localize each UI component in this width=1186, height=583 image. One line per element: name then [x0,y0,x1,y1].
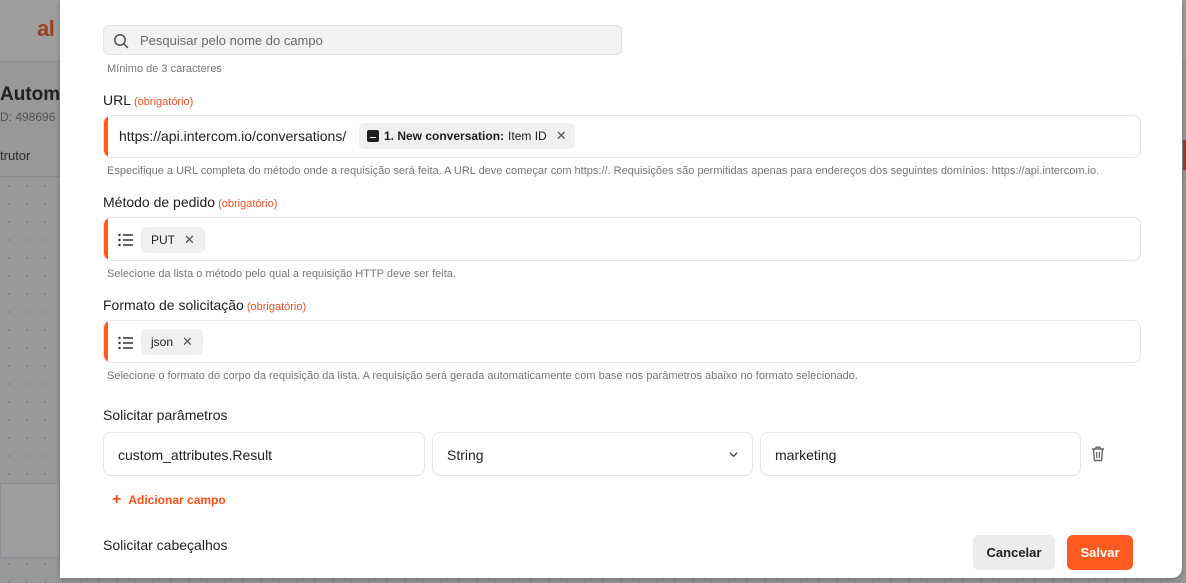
save-button[interactable]: Salvar [1067,535,1133,570]
method-label: Método de pedido (obrigatório) [103,194,277,210]
close-icon[interactable]: ✕ [556,128,567,144]
params-label: Solicitar parâmetros [103,407,228,423]
method-field[interactable]: PUT ✕ [103,217,1141,261]
url-hint: Especifique a URL completa do método ond… [107,165,1100,177]
list-icon [118,233,133,247]
method-label-text: Método de pedido [103,194,216,210]
headers-label: Solicitar cabeçalhos [103,537,228,553]
required-marker: (obrigatório) [246,301,307,313]
search-hint: Mínimo de 3 caracteres [107,63,222,75]
plus-icon: + [112,491,122,508]
trash-icon[interactable] [1090,445,1106,462]
required-marker: (obrigatório) [218,198,278,210]
format-field[interactable]: json ✕ [103,320,1141,363]
url-label-text: URL [103,92,132,108]
add-field-label: Adicionar campo [128,493,226,507]
url-value: https://api.intercom.io/conversations/ [119,128,347,144]
method-hint: Selecione da lista o método pelo qual a … [107,268,456,280]
url-field[interactable]: https://api.intercom.io/conversations/ 1… [103,115,1141,158]
format-chip[interactable]: json ✕ [141,329,203,355]
add-field-button[interactable]: + Adicionar campo [112,491,226,509]
url-variable-chip[interactable]: 1. New conversation: Item ID ✕ [359,123,575,149]
chip-field-label: Item ID [508,129,547,143]
param-type-value: String [447,447,484,463]
param-value-input[interactable]: marketing [760,432,1081,476]
method-value: PUT [151,233,175,247]
required-marker: (obrigatório) [134,96,194,108]
url-label: URL (obrigatório) [103,92,193,108]
param-key-input[interactable]: custom_attributes.Result [103,432,425,476]
method-chip[interactable]: PUT ✕ [141,227,205,253]
close-icon[interactable]: ✕ [184,232,195,248]
format-label: Formato de solicitação (obrigatório) [103,297,306,313]
list-icon [118,336,133,350]
cancel-button[interactable]: Cancelar [973,535,1055,570]
chevron-down-icon [729,452,738,458]
format-hint: Selecione o formato do corpo da requisiç… [107,370,858,382]
param-type-select[interactable]: String [432,432,753,476]
settings-panel: Mínimo de 3 caracteres URL(obrigatório) … [60,0,1182,578]
search-icon [114,34,129,49]
intercom-icon [367,130,379,142]
format-label-text: Formato de solicitação [103,297,244,313]
format-value: json [151,335,174,349]
chip-step-label: 1. New conversation: [384,129,505,143]
close-icon[interactable]: ✕ [182,334,193,350]
search-input[interactable] [140,26,610,54]
field-search[interactable] [103,25,622,55]
